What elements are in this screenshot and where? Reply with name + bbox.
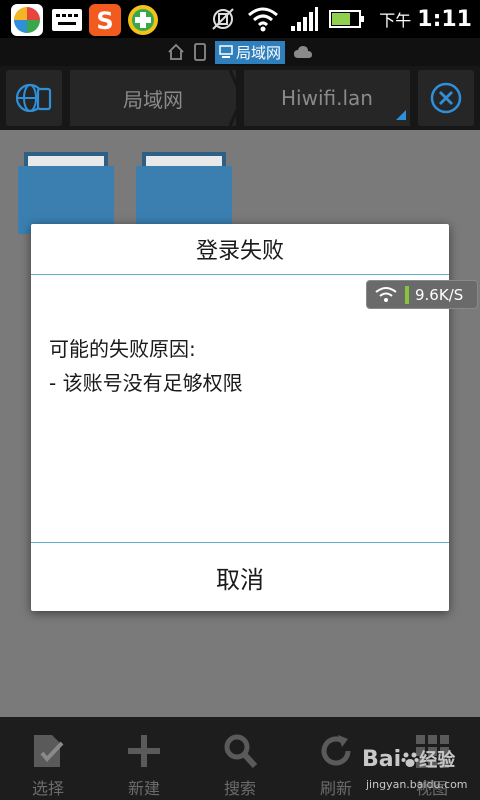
close-button[interactable]: [418, 70, 474, 126]
watermark-brand: Bai 经验: [362, 747, 456, 772]
phone-icon[interactable]: [193, 43, 207, 61]
dropdown-corner-icon: [396, 110, 406, 120]
status-bar: S 下午 1:11: [0, 0, 480, 38]
watermark-url: jingyan.baidu.com: [366, 778, 468, 791]
svg-text:S: S: [96, 7, 113, 35]
refresh-label: 刷新: [319, 779, 352, 798]
speed-level-bar: [405, 285, 409, 304]
failure-reason-heading: 可能的失败原因:: [49, 337, 196, 361]
cancel-button[interactable]: 取消: [31, 543, 449, 611]
wifi-icon: [248, 7, 279, 32]
refresh-icon: [321, 735, 351, 766]
plus-icon: [128, 735, 160, 767]
network-speed-badge[interactable]: 9.6K/S: [366, 280, 478, 309]
lan-icon: [219, 45, 233, 58]
folder-icon[interactable]: [136, 150, 232, 234]
speed-value: 9.6K/S: [415, 285, 464, 304]
search-icon: [224, 734, 258, 769]
baidu-watermark: Bai 经验 jingyan.baidu.com: [362, 742, 474, 796]
dialog-title: 登录失败: [31, 224, 449, 275]
app-market-icon: [11, 4, 43, 36]
time-period: 下午: [379, 11, 412, 30]
current-location-label: 局域网: [235, 43, 281, 62]
new-label: 新建: [127, 779, 160, 798]
paw-icon: [401, 752, 419, 767]
battery-icon: [329, 10, 365, 28]
network-globe-icon: [15, 83, 52, 113]
360-security-icon: [128, 5, 158, 35]
breadcrumb-host[interactable]: Hiwifi.lan: [244, 70, 410, 126]
toolbar: 局域网 Hiwifi.lan: [0, 66, 480, 130]
breadcrumb-lan[interactable]: 局域网: [70, 70, 236, 126]
search-button[interactable]: 搜索: [192, 717, 288, 800]
new-button[interactable]: 新建: [96, 717, 192, 800]
close-icon: [430, 82, 462, 114]
location-strip: 局域网: [0, 38, 480, 66]
wifi-speed-icon: [375, 286, 397, 302]
signal-icon: [291, 7, 319, 31]
network-button[interactable]: [6, 70, 62, 126]
rotation-lock-icon: [212, 8, 234, 30]
select-button[interactable]: 选择: [0, 717, 96, 800]
clock: 1:11: [417, 6, 472, 32]
breadcrumb-separator-icon: [228, 70, 244, 126]
select-icon: [34, 735, 64, 767]
folder-icon[interactable]: [18, 150, 114, 234]
search-label: 搜索: [223, 779, 256, 798]
current-location[interactable]: 局域网: [214, 40, 285, 64]
sogou-input-icon: S: [89, 4, 121, 36]
select-label: 选择: [31, 779, 64, 798]
keyboard-icon: [52, 9, 82, 31]
cloud-icon[interactable]: [293, 45, 313, 59]
home-icon[interactable]: [167, 43, 185, 61]
breadcrumb-host-label: Hiwifi.lan: [281, 86, 373, 110]
failure-reason-item: - 该账号没有足够权限: [49, 371, 243, 395]
dialog-message: 可能的失败原因: - 该账号没有足够权限: [49, 332, 429, 400]
